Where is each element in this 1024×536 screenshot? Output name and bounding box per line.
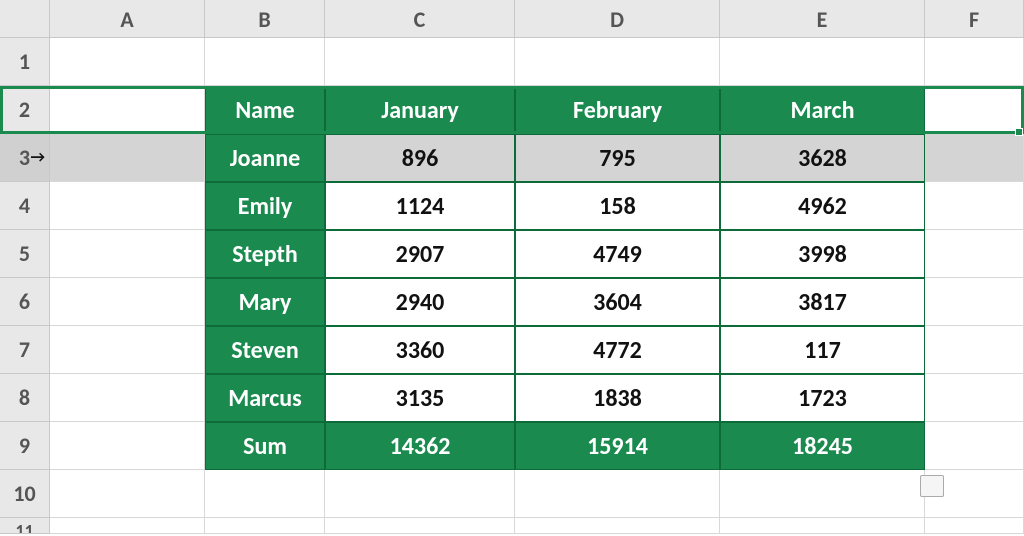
cell-a9[interactable] — [50, 422, 205, 470]
cell-b1[interactable] — [205, 38, 325, 86]
name-stepth[interactable]: Stepth — [205, 230, 325, 278]
cell-a2[interactable] — [50, 86, 205, 134]
name-mary[interactable]: Mary — [205, 278, 325, 326]
cursor-arrow-icon: → — [31, 148, 45, 167]
name-marcus[interactable]: Marcus — [205, 374, 325, 422]
row-header-2[interactable]: 2 — [0, 86, 50, 134]
cell-f7[interactable] — [925, 326, 1024, 374]
sum-jan[interactable]: 14362 — [325, 422, 515, 470]
header-name[interactable]: Name — [205, 86, 325, 134]
row-header-8[interactable]: 8 — [0, 374, 50, 422]
emily-mar[interactable]: 4962 — [720, 182, 925, 230]
row-header-10[interactable]: 10 — [0, 470, 50, 518]
name-joanne[interactable]: Joanne — [205, 134, 325, 182]
row-header-1[interactable]: 1 — [0, 38, 50, 86]
joanne-mar[interactable]: 3628 — [720, 134, 925, 182]
cell-b10[interactable] — [205, 470, 325, 518]
steven-mar[interactable]: 117 — [720, 326, 925, 374]
cell-f9[interactable] — [925, 422, 1024, 470]
emily-feb[interactable]: 158 — [515, 182, 720, 230]
row-header-3[interactable]: 3 → — [0, 134, 50, 182]
cell-f4[interactable] — [925, 182, 1024, 230]
paste-options-icon[interactable] — [920, 475, 944, 497]
row-header-5[interactable]: 5 — [0, 230, 50, 278]
cell-a4[interactable] — [50, 182, 205, 230]
cell-f3[interactable] — [925, 134, 1024, 182]
mary-jan[interactable]: 2940 — [325, 278, 515, 326]
col-header-c[interactable]: C — [325, 0, 515, 38]
cell-e1[interactable] — [720, 38, 925, 86]
marcus-mar[interactable]: 1723 — [720, 374, 925, 422]
cell-f8[interactable] — [925, 374, 1024, 422]
col-header-e[interactable]: E — [720, 0, 925, 38]
emily-jan[interactable]: 1124 — [325, 182, 515, 230]
joanne-jan[interactable]: 896 — [325, 134, 515, 182]
name-steven[interactable]: Steven — [205, 326, 325, 374]
col-header-b[interactable]: B — [205, 0, 325, 38]
sum-label[interactable]: Sum — [205, 422, 325, 470]
cell-f5[interactable] — [925, 230, 1024, 278]
cell-f1[interactable] — [925, 38, 1024, 86]
row-header-7[interactable]: 7 — [0, 326, 50, 374]
cell-e11[interactable] — [720, 518, 925, 534]
mary-mar[interactable]: 3817 — [720, 278, 925, 326]
cell-c1[interactable] — [325, 38, 515, 86]
name-emily[interactable]: Emily — [205, 182, 325, 230]
row-header-11[interactable]: 11 — [0, 518, 50, 534]
cell-a7[interactable] — [50, 326, 205, 374]
spreadsheet-grid[interactable]: A B C D E F 1 2 Name January February Ma… — [0, 0, 1024, 534]
cell-a3[interactable] — [50, 134, 205, 182]
row-header-6[interactable]: 6 — [0, 278, 50, 326]
cell-e10[interactable] — [720, 470, 925, 518]
steven-feb[interactable]: 4772 — [515, 326, 720, 374]
cell-a6[interactable] — [50, 278, 205, 326]
marcus-jan[interactable]: 3135 — [325, 374, 515, 422]
cell-d11[interactable] — [515, 518, 720, 534]
cell-a10[interactable] — [50, 470, 205, 518]
stepth-jan[interactable]: 2907 — [325, 230, 515, 278]
row-header-9[interactable]: 9 — [0, 422, 50, 470]
cell-a5[interactable] — [50, 230, 205, 278]
cell-a8[interactable] — [50, 374, 205, 422]
mary-feb[interactable]: 3604 — [515, 278, 720, 326]
col-header-a[interactable]: A — [50, 0, 205, 38]
cell-d10[interactable] — [515, 470, 720, 518]
stepth-feb[interactable]: 4749 — [515, 230, 720, 278]
corner-cell[interactable] — [0, 0, 50, 38]
header-january[interactable]: January — [325, 86, 515, 134]
cell-a11[interactable] — [50, 518, 205, 534]
steven-jan[interactable]: 3360 — [325, 326, 515, 374]
cell-c11[interactable] — [325, 518, 515, 534]
cell-c10[interactable] — [325, 470, 515, 518]
marcus-feb[interactable]: 1838 — [515, 374, 720, 422]
cell-f2[interactable] — [925, 86, 1024, 134]
cell-f6[interactable] — [925, 278, 1024, 326]
stepth-mar[interactable]: 3998 — [720, 230, 925, 278]
joanne-feb[interactable]: 795 — [515, 134, 720, 182]
sum-feb[interactable]: 15914 — [515, 422, 720, 470]
cell-a1[interactable] — [50, 38, 205, 86]
col-header-f[interactable]: F — [925, 0, 1024, 38]
sum-mar[interactable]: 18245 — [720, 422, 925, 470]
row-number-3: 3 — [19, 144, 30, 171]
col-header-d[interactable]: D — [515, 0, 720, 38]
cell-b11[interactable] — [205, 518, 325, 534]
header-february[interactable]: February — [515, 86, 720, 134]
cell-f11[interactable] — [925, 518, 1024, 534]
row-header-4[interactable]: 4 — [0, 182, 50, 230]
cell-d1[interactable] — [515, 38, 720, 86]
header-march[interactable]: March — [720, 86, 925, 134]
